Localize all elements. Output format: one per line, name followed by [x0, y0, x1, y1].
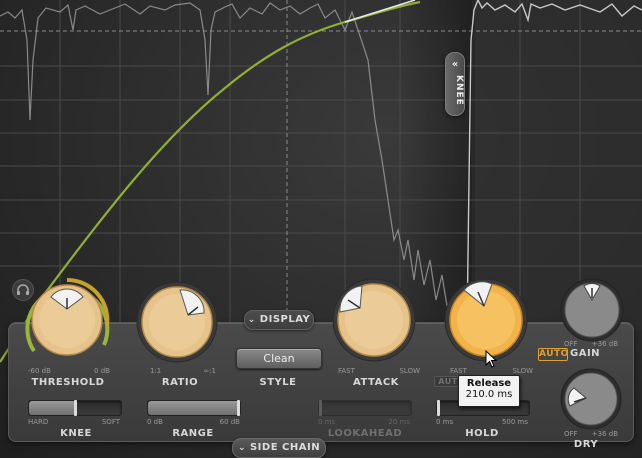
tooltip-value: 210.0 ms	[465, 389, 513, 400]
display-toggle-button[interactable]: ⌄ DISPLAY	[244, 310, 314, 330]
lookahead-label: LOOKAHEAD	[327, 428, 403, 439]
range-label: RANGE	[172, 428, 214, 439]
ratio-min-label: 1:1	[150, 367, 162, 375]
knee-slider-thumb[interactable]	[74, 400, 77, 416]
ratio-knob[interactable]	[136, 281, 218, 363]
release-tooltip: Release 210.0 ms	[458, 375, 520, 407]
hold-min-label: 0 ms	[436, 418, 454, 426]
threshold-label: THRESHOLD	[31, 377, 105, 388]
display-toggle-label: DISPLAY	[259, 314, 311, 325]
range-slider-thumb[interactable]	[237, 400, 240, 416]
attack-label: ATTACK	[353, 377, 399, 388]
gain-knob-graphic	[560, 278, 624, 342]
knee-tab-label: KNEE	[454, 75, 464, 106]
style-selector[interactable]: Clean	[236, 348, 322, 369]
attack-knob-graphic	[332, 278, 416, 362]
compressor-plugin-window: « KNEE ⌄ DISPLAY -60 dB 0 dB THRESHOLD 1…	[0, 0, 642, 458]
gain-knob[interactable]	[560, 278, 624, 342]
knee-slider[interactable]	[28, 400, 122, 416]
side-chain-toggle-button[interactable]: ⌄ SIDE CHAIN	[232, 438, 326, 458]
side-chain-toggle-label: SIDE CHAIN	[249, 442, 321, 453]
hold-slider-thumb[interactable]	[437, 400, 440, 416]
threshold-knob[interactable]	[24, 277, 110, 363]
mouse-cursor-icon	[485, 350, 498, 368]
knee-max-label: SOFT	[101, 418, 120, 426]
hold-label: HOLD	[465, 428, 499, 439]
knee-slider-fill	[29, 401, 74, 415]
attack-min-label: FAST	[338, 367, 355, 375]
threshold-min-label: -60 dB	[28, 367, 51, 375]
dry-label: DRY	[573, 439, 599, 450]
lookahead-slider-thumb[interactable]	[319, 400, 322, 416]
dry-knob-graphic	[560, 368, 622, 430]
lookahead-slider[interactable]	[318, 400, 412, 416]
attack-knob[interactable]	[332, 278, 416, 362]
double-chevron-down-icon: ⌄	[247, 315, 256, 325]
ratio-max-label: ∞:1	[203, 367, 216, 375]
gain-min-label: OFF	[564, 340, 578, 348]
release-min-label: FAST	[450, 367, 467, 375]
knee-tab[interactable]: « KNEE	[445, 52, 465, 116]
release-max-label: SLOW	[512, 367, 533, 375]
dry-min-label: OFF	[564, 430, 578, 438]
double-chevron-down-icon: ⌄	[237, 443, 246, 453]
knee-label: KNEE	[60, 428, 92, 439]
threshold-knob-graphic	[25, 277, 110, 356]
range-max-label: 60 dB	[219, 418, 240, 426]
ratio-knob-graphic	[136, 281, 218, 363]
auto-gain-toggle[interactable]: AUTO	[538, 348, 568, 361]
hold-max-label: 500 ms	[501, 418, 528, 426]
knee-min-label: HARD	[28, 418, 49, 426]
range-slider-fill	[148, 401, 237, 415]
range-min-label: 0 dB	[147, 418, 163, 426]
lookahead-min-label: 0 ms	[318, 418, 336, 426]
ratio-label: RATIO	[161, 377, 199, 388]
style-label: STYLE	[259, 377, 297, 388]
range-slider[interactable]	[147, 400, 241, 416]
tooltip-title: Release	[466, 378, 512, 389]
double-chevron-left-icon: «	[451, 59, 459, 70]
attack-max-label: SLOW	[399, 367, 420, 375]
dry-knob[interactable]	[560, 368, 622, 430]
threshold-max-label: 0 dB	[94, 367, 110, 375]
dry-max-label: +36 dB	[591, 430, 618, 438]
gain-label: GAIN	[570, 348, 601, 359]
gain-max-label: +36 dB	[591, 340, 618, 348]
lookahead-max-label: 20 ms	[388, 418, 410, 426]
